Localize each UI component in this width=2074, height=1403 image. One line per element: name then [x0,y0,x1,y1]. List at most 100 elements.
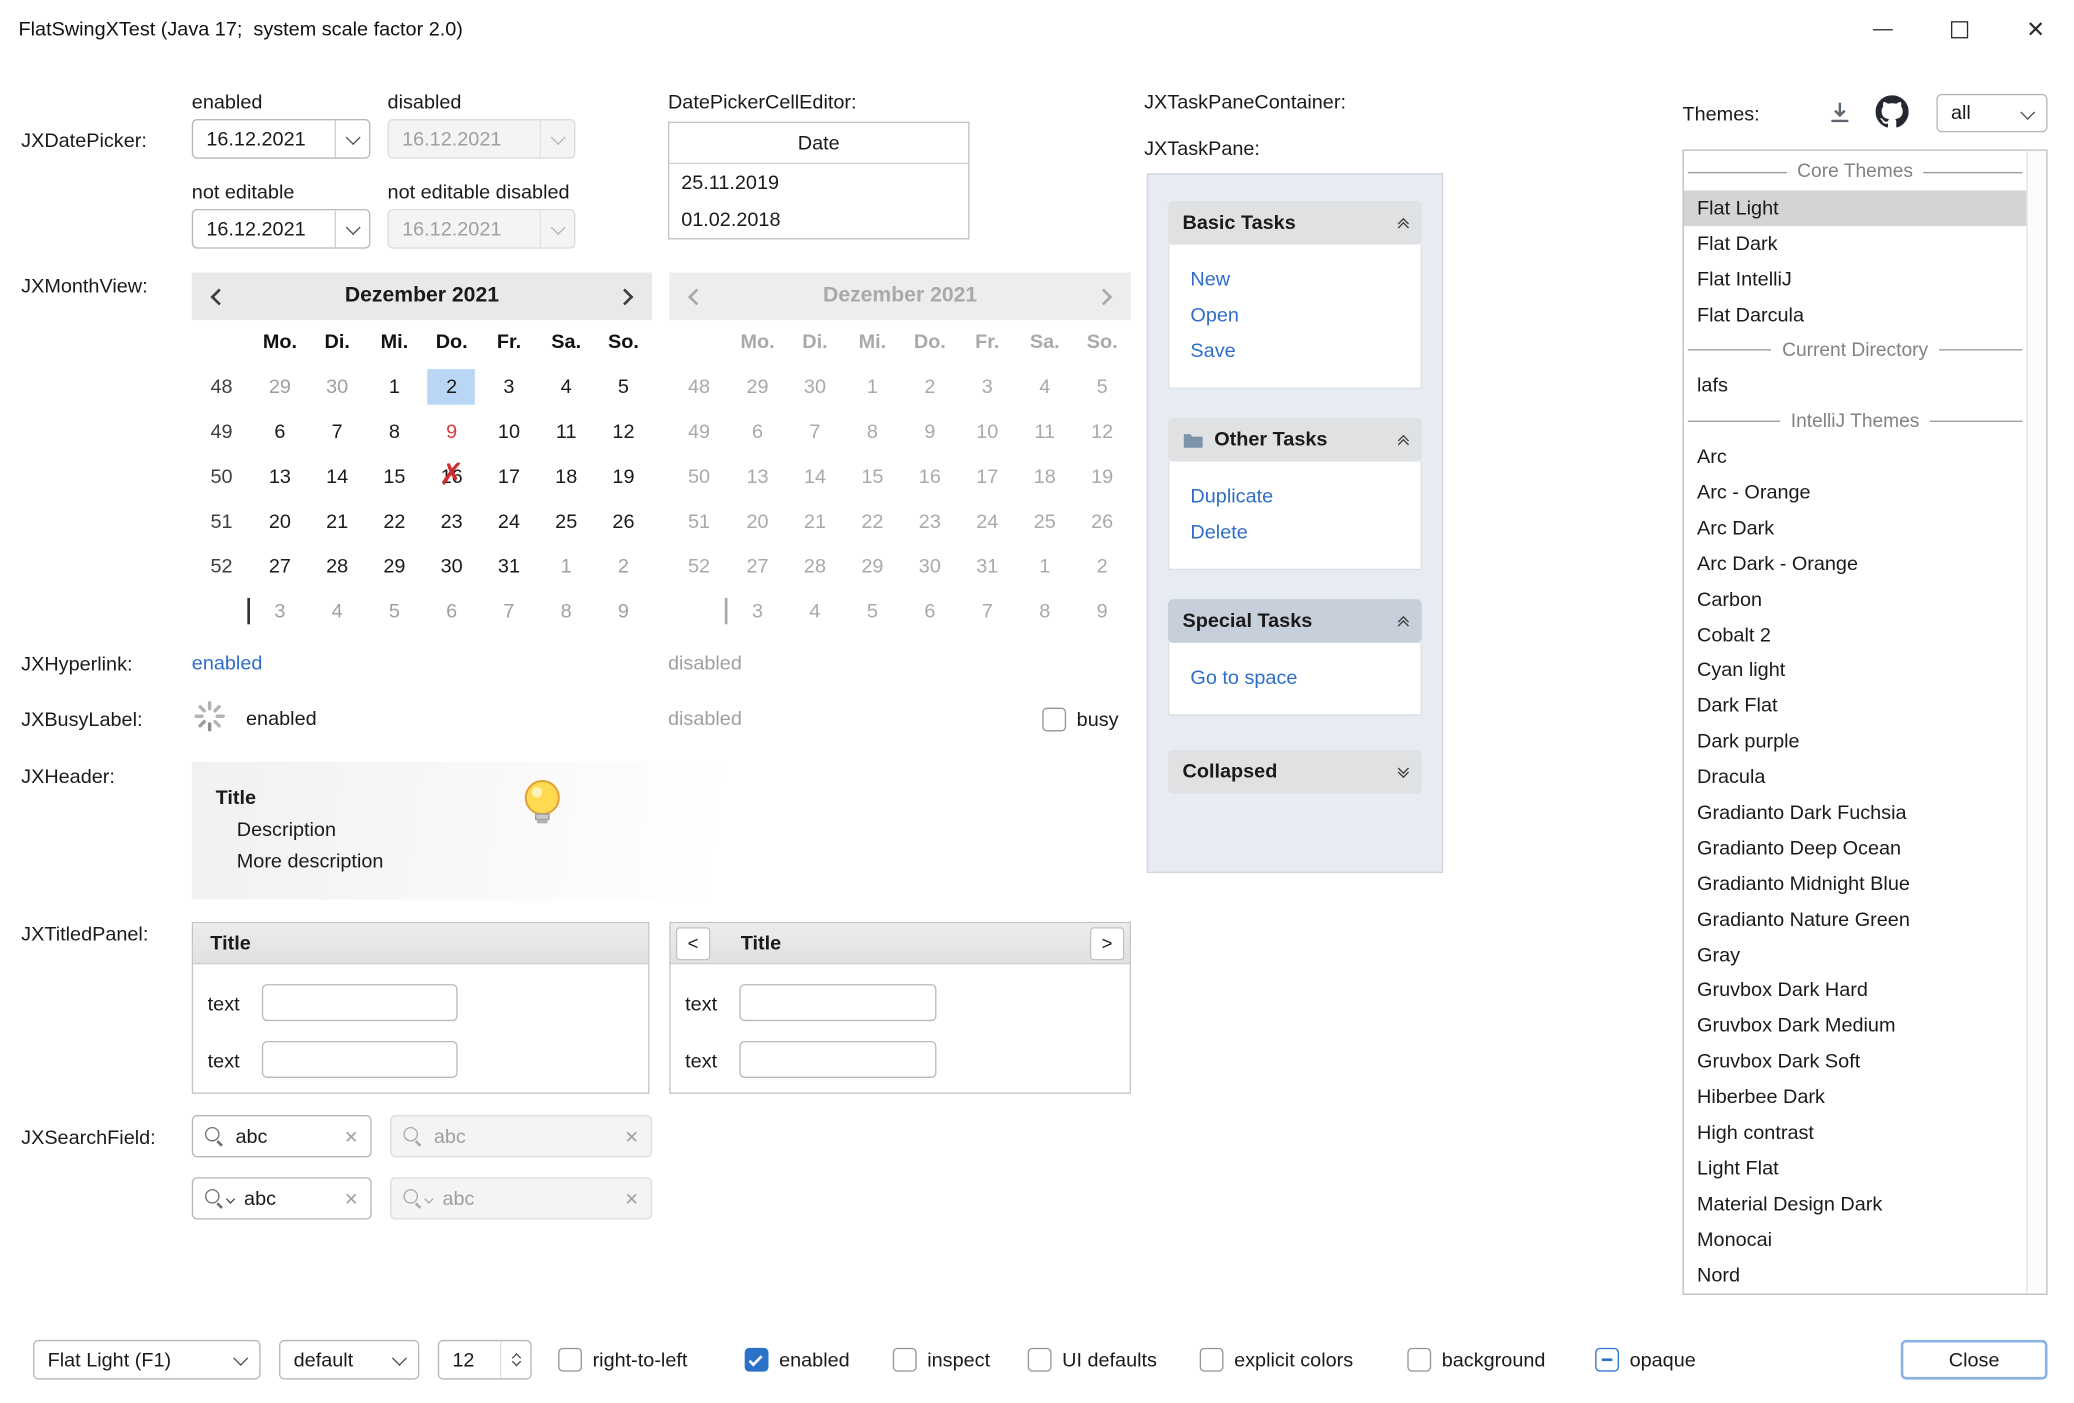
table-row[interactable]: 25.11.2019 [669,164,968,201]
datepicker-not-editable[interactable]: 16.12.2021 [192,209,371,249]
day-cell[interactable]: 3 [480,365,537,410]
text-input[interactable] [262,1041,458,1078]
titled-panel-prev-button[interactable]: < [676,927,710,960]
day-cell[interactable]: 17 [480,454,537,499]
theme-item[interactable]: Gradianto Nature Green [1684,902,2027,938]
checkbox-box[interactable] [1595,1348,1619,1372]
themes-filter-combobox[interactable]: all [1936,94,2047,132]
text-input[interactable] [262,984,458,1021]
day-cell[interactable]: 6 [423,589,480,634]
theme-item[interactable]: Arc Dark - Orange [1684,546,2027,582]
day-cell[interactable]: 5 [366,589,423,634]
theme-item[interactable]: Gruvbox Dark Medium [1684,1008,2027,1044]
day-cell[interactable]: 26 [595,499,652,544]
day-cell[interactable]: 2 [595,544,652,589]
theme-item[interactable]: Gradianto Deep Ocean [1684,831,2027,867]
day-cell[interactable]: 7 [480,589,537,634]
theme-item[interactable]: Carbon [1684,582,2027,618]
theme-item[interactable]: Dracula [1684,759,2027,795]
day-cell[interactable]: 13 [251,454,308,499]
search-field[interactable]: abc ✕ [192,1115,372,1157]
day-cell[interactable]: 8 [538,589,595,634]
day-cell[interactable]: 16✗ [423,454,480,499]
day-cell[interactable]: 24 [480,499,537,544]
theme-item[interactable]: Flat Darcula [1684,297,2027,333]
day-cell[interactable]: 10 [480,410,537,455]
checkbox-inspect[interactable]: inspect [893,1341,990,1378]
day-cell[interactable]: 15 [366,454,423,499]
github-icon[interactable] [1876,95,1909,128]
maximize-button[interactable] [1921,0,1998,60]
table-row[interactable]: 01.02.2018 [669,201,968,238]
checkbox-ui-defaults[interactable]: UI defaults [1028,1341,1157,1378]
taskpane-link[interactable]: Delete [1169,515,1420,551]
theme-item[interactable]: Nord [1684,1257,2027,1293]
title-bar[interactable]: FlatSwingXTest (Java 17; system scale fa… [0,0,2074,60]
theme-item[interactable]: Cyan light [1684,653,2027,689]
checkbox-box[interactable] [745,1348,769,1372]
taskpane-group-header[interactable]: Basic Tasks [1168,201,1422,245]
taskpane-group-header[interactable]: Collapsed [1168,750,1422,794]
checkbox-busy[interactable]: busy [1042,701,1118,738]
theme-item[interactable]: Gradianto Midnight Blue [1684,866,2027,902]
checkbox-box[interactable] [893,1348,917,1372]
day-cell[interactable]: 3 [251,589,308,634]
day-cell[interactable]: 6 [251,410,308,455]
datepicker-enabled[interactable]: 16.12.2021 [192,119,371,159]
checkbox-background[interactable]: background [1407,1341,1545,1378]
taskpane-link[interactable]: Go to space [1169,660,1420,696]
taskpane-group-header[interactable]: Other Tasks [1168,418,1422,462]
checkbox-box[interactable] [1407,1348,1431,1372]
theme-item[interactable]: Dark purple [1684,724,2027,760]
day-cell[interactable]: 29 [251,365,308,410]
checkbox-right-to-left[interactable]: right-to-left [558,1341,687,1378]
checkbox-box[interactable] [1028,1348,1052,1372]
close-button[interactable]: Close [1901,1340,2048,1380]
theme-item[interactable]: Arc - Orange [1684,475,2027,511]
style-combobox[interactable]: default [279,1340,419,1380]
checkbox-box[interactable] [1042,708,1066,732]
clear-icon[interactable]: ✕ [344,1190,358,1207]
checkbox-enabled[interactable]: enabled [745,1341,850,1378]
day-cell[interactable]: 21 [309,499,366,544]
day-cell[interactable]: 14 [309,454,366,499]
day-cell[interactable]: 4 [538,365,595,410]
day-cell[interactable]: 25 [538,499,595,544]
text-input[interactable] [739,1041,936,1078]
taskpane-link[interactable]: Open [1169,298,1420,334]
datepicker-value[interactable]: 16.12.2021 [193,218,335,240]
day-cell[interactable]: 30 [309,365,366,410]
day-cell[interactable]: 22 [366,499,423,544]
theme-item[interactable]: Arc [1684,439,2027,475]
day-cell[interactable]: 23 [423,499,480,544]
taskpane-group-header[interactable]: Special Tasks [1168,599,1422,643]
day-cell[interactable]: 29 [366,544,423,589]
theme-item[interactable]: Flat IntelliJ [1684,261,2027,297]
datepicker-value[interactable]: 16.12.2021 [193,128,335,150]
download-icon[interactable] [1825,98,1854,127]
search-field-with-menu[interactable]: abc ✕ [192,1177,372,1219]
day-cell[interactable]: 31 [480,544,537,589]
themes-list[interactable]: Core ThemesFlat LightFlat DarkFlat Intel… [1682,149,2047,1294]
checkbox-opaque[interactable]: opaque [1595,1341,1696,1378]
day-cell[interactable]: 11 [538,410,595,455]
theme-item[interactable]: Flat Dark [1684,226,2027,262]
search-input[interactable]: abc [244,1187,333,1209]
theme-item[interactable]: High contrast [1684,1115,2027,1151]
month-grid[interactable]: Mo.Di.Mi.Do.Fr.Sa.So.4829301234549678910… [192,320,652,633]
theme-item[interactable]: Gray [1684,937,2027,973]
theme-item[interactable]: Monocai [1684,1222,2027,1258]
titled-panel-next-button[interactable]: > [1090,927,1124,960]
theme-item[interactable]: Hiberbee Dark [1684,1080,2027,1116]
day-cell[interactable]: 20 [251,499,308,544]
window-close-button[interactable]: ✕ [1997,0,2074,60]
spinner-value[interactable]: 12 [452,1348,474,1370]
day-cell[interactable]: 2 [423,365,480,410]
theme-item[interactable]: Flat Light [1684,190,2027,226]
day-cell[interactable]: 19 [595,454,652,499]
font-size-spinner[interactable]: 12 [438,1340,532,1380]
theme-item[interactable]: Gruvbox Dark Hard [1684,973,2027,1009]
day-cell[interactable]: 30 [423,544,480,589]
checkbox-explicit-colors[interactable]: explicit colors [1200,1341,1353,1378]
day-cell[interactable]: 9 [423,410,480,455]
